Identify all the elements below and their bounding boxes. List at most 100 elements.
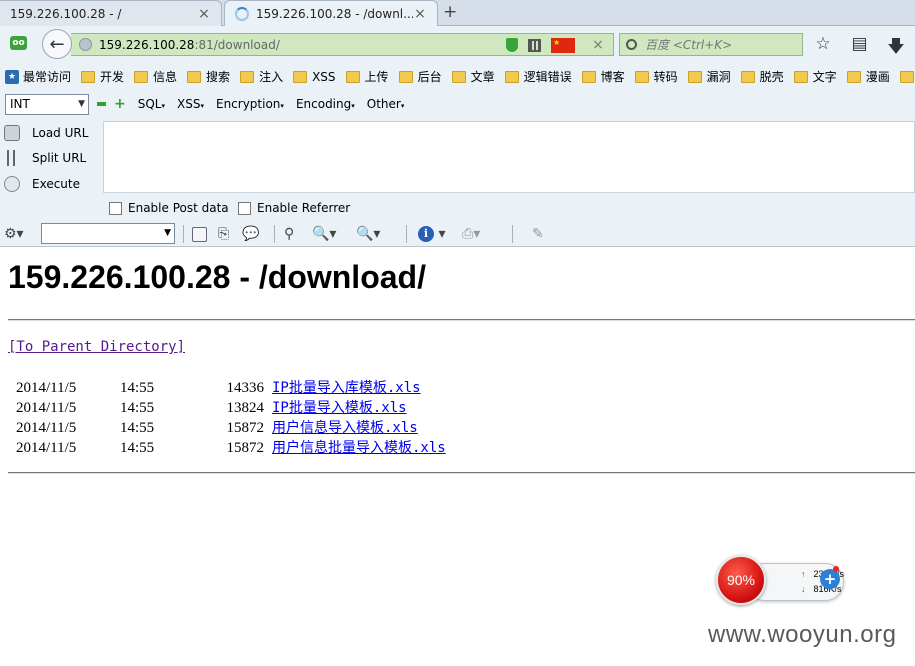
hackbar-url-textarea[interactable] [103,121,915,193]
bookmark-item[interactable]: 信息 [134,68,177,85]
back-button[interactable]: ← [42,29,72,59]
qr-code-icon[interactable] [528,38,541,52]
toolbar-search-combo[interactable]: ▼ [41,223,175,244]
bookmark-item[interactable]: 上传 [345,68,389,85]
memory-usage-badge[interactable]: 90% [716,555,766,605]
split-url-icon [7,150,15,166]
file-date: 2014/11/5 [16,400,77,416]
bookmark-item[interactable]: 转码 [634,68,678,85]
new-tab-button[interactable]: + [443,2,457,22]
file-link[interactable]: IP批量导入库模板.xls [272,378,421,398]
bookmark-item[interactable]: 脱壳 [740,68,784,85]
enable-post-label: Enable Post data [128,201,229,215]
page-title: 159.226.100.28 - /download/ [8,259,426,295]
pdf-icon[interactable]: ⎘ [218,225,229,243]
secondary-toolbar: ⚙▾ ▼ ⎘ 💬 ⚲ 🔍▾ 🔍▾ i ▾ ⎙▾ ✎ [0,221,915,247]
notification-dot-icon [833,566,839,572]
folder-icon [187,70,202,83]
bookmark-item[interactable]: 注入 [240,68,283,85]
menu-other[interactable]: Other▾ [367,97,405,111]
bookmark-item[interactable]: 漏洞 [687,68,731,85]
site-identity-icon[interactable] [79,38,92,51]
shield-icon[interactable] [506,38,518,52]
zoom-icon[interactable]: 🔍▾ [312,225,336,243]
bookmark-star-icon: ★ [5,69,19,84]
chevron-down-icon: ▼ [78,98,85,109]
bookmark-label: 信息 [153,70,178,84]
bookmark-label: 后台 [417,70,442,84]
menu-encoding[interactable]: Encoding▾ [296,97,355,111]
folder-icon [134,70,149,83]
menu-encryption[interactable]: Encryption▾ [216,97,284,111]
execute-label: Execute [32,177,80,191]
zoom-in-icon[interactable]: 🔍▾ [356,225,380,243]
tab-close-icon[interactable]: × [413,6,427,22]
checkbox-box[interactable] [109,201,122,215]
checkbox-box[interactable] [238,201,251,215]
network-speed-widget[interactable]: ↑23.5K/s ↓816K/s 90% + [716,555,846,607]
load-url-button[interactable]: Load URL [4,121,88,145]
file-date: 2014/11/5 [16,380,77,396]
g-box-icon[interactable] [192,225,207,243]
file-link[interactable]: 用户信息导入模板.xls [272,418,418,438]
bookmark-item[interactable]: 搜索 [187,68,230,85]
split-url-button[interactable]: Split URL [4,146,86,170]
menu-label: Encryption [215,97,281,111]
reader-icon[interactable]: ▤ [849,34,871,63]
accelerate-plus-icon[interactable]: + [820,569,840,589]
tab-close-icon[interactable]: × [197,6,211,22]
google-toolbar-icon[interactable]: ⚙▾ [4,225,24,243]
bookmark-item[interactable]: 逻辑错误 [504,68,572,85]
split-url-label: Split URL [32,151,87,165]
info-icon[interactable]: i ▾ [418,225,445,243]
bookmark-item[interactable]: 博客 [581,68,625,85]
caret-icon: ▾ [351,102,355,110]
share-icon[interactable]: ⎙▾ [462,225,480,243]
enable-post-checkbox[interactable]: Enable Post data [109,201,229,215]
int-select[interactable]: INT ▼ [5,93,89,115]
increase-icon[interactable]: + [114,97,126,111]
bookmark-item[interactable]: 文字 [793,68,837,85]
pen-icon[interactable]: ✎ [532,225,544,243]
execute-button[interactable]: Execute [4,172,80,196]
search-input[interactable]: 百度 <Ctrl+K> [619,33,803,56]
menu-xss[interactable]: XSS▾ [177,97,204,111]
comment-icon[interactable]: 💬 [242,225,259,243]
bookmark-label: 博客 [600,70,625,84]
bookmark-item[interactable]: XSS [293,70,336,84]
addon-icon[interactable]: oo [10,36,27,50]
url-clear-icon[interactable]: × [591,37,605,53]
bookmark-label: 开发 [100,70,125,84]
download-icon[interactable]: 🡇 [885,34,907,63]
menu-sql[interactable]: SQL▾ [138,97,165,111]
binoculars-icon[interactable]: ⚲ [284,225,294,243]
china-flag-icon[interactable] [551,37,575,53]
bookmark-item[interactable]: 生活 [899,68,915,85]
folder-icon [293,70,308,83]
url-path: :81/download/ [194,37,280,52]
navigation-bar: oo 159.226.100.28:81/download/ × ← 百度 <C… [0,26,915,64]
folder-icon [634,70,649,83]
bookmark-item[interactable]: 后台 [398,68,442,85]
tab-download[interactable]: 159.226.100.28 - /downl... × [224,0,438,27]
enable-referrer-checkbox[interactable]: Enable Referrer [238,201,350,215]
url-text[interactable]: 159.226.100.28:81/download/ [99,38,280,52]
file-link[interactable]: 用户信息批量导入模板.xls [272,438,446,458]
toolbar-separator [406,225,407,243]
bookmark-star-icon[interactable]: ☆ [812,34,834,63]
file-link[interactable]: IP批量导入模板.xls [272,398,407,418]
tab-parent-directory[interactable]: 159.226.100.28 - / × [0,0,222,26]
bookmark-item[interactable]: 开发 [81,68,124,85]
bookmark-item[interactable]: ★ 最常访问 [5,68,71,85]
file-size: 13824 [226,400,265,416]
menu-label: Encoding [295,97,352,111]
url-bar[interactable]: 159.226.100.28:81/download/ × [71,33,614,56]
load-url-label: Load URL [32,126,89,140]
parent-directory-link[interactable]: [To Parent Directory] [8,339,185,355]
toolbar-separator [183,225,184,243]
folder-icon [740,70,755,83]
bookmark-item[interactable]: 文章 [451,68,495,85]
bookmark-item[interactable]: 漫画 [846,68,890,85]
decrease-icon[interactable] [97,102,106,106]
folder-icon [81,70,96,83]
